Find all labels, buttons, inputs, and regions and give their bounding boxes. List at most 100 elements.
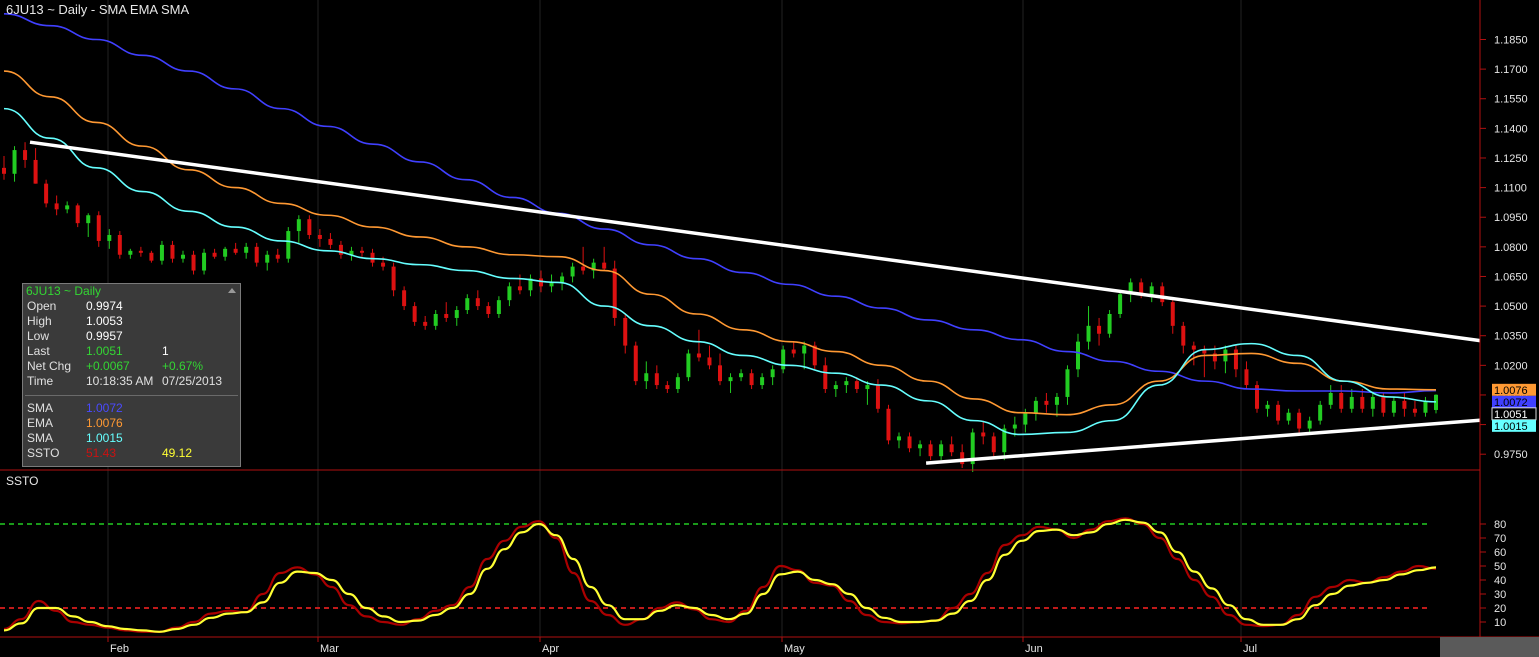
candle-body [844,381,849,386]
candle-body [739,373,744,378]
candle-body [117,235,122,255]
candle-body [1412,408,1417,413]
candle-body [486,306,491,314]
candle-body [1339,392,1344,409]
info-label: SMA [27,431,54,445]
candle-body [1233,349,1238,370]
info-label: Open [27,299,57,313]
candle-body [1370,396,1375,409]
candle-body [675,377,680,390]
candle-body [296,219,301,232]
info-label: High [27,314,52,328]
candle-body [1065,369,1070,397]
candle-body [412,306,417,322]
info-label: EMA [27,416,54,430]
candle-body [823,365,828,390]
ssto-tick-label: 50 [1494,561,1506,573]
candle-body [1097,325,1102,334]
candle-body [686,353,691,378]
candle-body [1265,404,1270,409]
candle-body [633,345,638,382]
candle-body [181,254,185,259]
candle-body [475,298,480,307]
candle-body [791,349,796,354]
candle-body [138,250,143,253]
ssto-tick-label: 80 [1494,519,1506,531]
candle-body [202,252,207,271]
candle-body [875,385,880,409]
info-value-secondary: +0.67% [162,359,204,373]
divider [25,395,238,396]
price-tick-label: 1.0350 [1494,331,1528,343]
candle-body [1023,412,1028,425]
price-axis: 1.1850 1.1700 1.1550 1.1400 1.1250 1.1100 1.09… [1480,34,1537,461]
candle-body [602,262,607,269]
info-row: Open 0.9974 [23,299,240,314]
candle-body [65,205,70,210]
candle-body [718,365,722,382]
time-tick-label: Jul [1243,643,1257,655]
info-label: Time [27,374,54,388]
price-tick-label: 1.1850 [1494,34,1528,46]
candle-body [1276,404,1281,421]
scroll-area[interactable] [1440,637,1539,657]
price-tick-label: 1.1700 [1494,64,1528,76]
candle-body [928,444,933,457]
candle-body [939,444,944,457]
ssto-tick-label: 30 [1494,589,1506,601]
info-row: EMA 1.0076 [23,416,240,431]
candle-body [833,385,838,390]
price-grid [107,0,1242,637]
info-value-secondary: 1 [162,344,169,358]
candle-body [159,244,164,261]
candle-body [728,377,733,382]
candle-body [1391,400,1396,413]
info-row: Low 0.9957 [23,329,240,344]
candle-body [696,353,701,358]
candle-body [496,300,501,314]
quote-rows: Open 0.9974 High 1.0053 Low 0.9957 Last 1.0051 1… [23,299,240,389]
candle-body [12,150,17,174]
candle-body [1286,412,1291,421]
candle-body [402,290,407,307]
candle-body [307,219,312,235]
info-row: Time 10:18:35 AM 07/25/2013 [23,374,240,389]
candle-body [33,159,38,184]
price-tag-label: 1.0076 [1494,385,1528,397]
candle-body [654,373,659,386]
candle-body [275,254,280,259]
candle-body [433,313,438,326]
data-window[interactable]: 6JU13 ~ Daily Open 0.9974 High 1.0053 Low 0.9… [22,283,241,467]
candle-body [1360,396,1365,409]
candle-body [644,373,649,382]
candle-body [54,203,59,210]
candle-body [1160,286,1165,303]
info-value: 0.9974 [86,299,123,313]
candle-body [581,266,586,271]
candle-body [1044,400,1049,405]
trendline [29,140,1481,343]
candle-body [1318,404,1323,421]
ssto-line [3,518,1437,633]
candle-body [423,321,428,326]
candle-body [391,266,396,291]
candle-body [465,298,470,311]
candle-body [854,381,859,390]
candle-body [233,248,238,253]
candle-body [286,231,291,259]
time-tick-label: Mar [320,643,339,655]
candle-body [907,436,912,449]
price-tag-label: 1.0072 [1494,397,1528,409]
price-tick-label: 1.0650 [1494,271,1528,283]
candle-body [1328,392,1333,405]
info-label: Net Chg [27,359,72,373]
candle-body [1349,396,1354,409]
candle-body [86,215,91,224]
candle-body [665,385,670,390]
ssto-tick-label: 20 [1494,603,1506,615]
candle-body [454,310,459,318]
info-label: Last [27,344,50,358]
collapse-arrow-icon[interactable] [228,288,236,293]
candle-body [1307,420,1312,429]
price-tick-label: 1.0950 [1494,212,1528,224]
